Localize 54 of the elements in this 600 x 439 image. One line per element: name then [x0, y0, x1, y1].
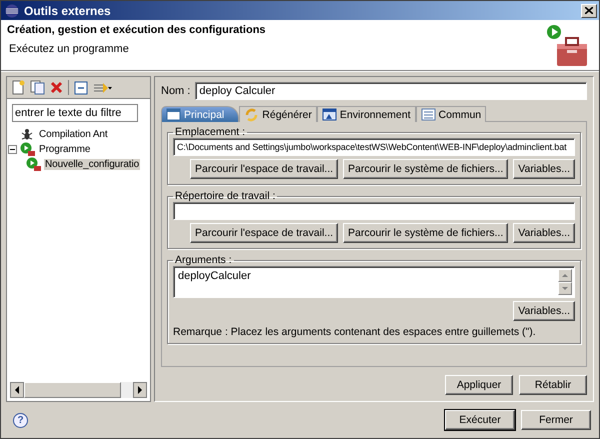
new-document-icon [11, 80, 25, 95]
close-button[interactable] [581, 4, 597, 18]
scroll-down-icon [558, 282, 572, 295]
scroll-left-icon [10, 382, 24, 398]
collapse-icon[interactable] [8, 145, 17, 154]
input-field[interactable] [173, 202, 575, 220]
tab[interactable]: Principal [161, 106, 240, 122]
button[interactable]: Exécuter [445, 410, 515, 430]
button[interactable]: Appliquer [445, 375, 513, 395]
button[interactable]: Parcourir l'espace de travail... [190, 159, 338, 179]
button[interactable]: Variables... [513, 301, 575, 321]
tree-item[interactable]: Compilation Ant [38, 129, 109, 140]
globe-icon [4, 2, 20, 18]
tab[interactable]: Commun [416, 106, 486, 122]
button[interactable]: Variables... [513, 223, 575, 243]
button[interactable]: Parcourir l'espace de travail... [190, 223, 338, 243]
scrollbar-thumb[interactable] [24, 382, 121, 398]
scroll-right-icon [133, 382, 147, 398]
scroll-up-icon [558, 269, 572, 282]
filter-field[interactable]: entrer le texte du filtre [12, 104, 138, 122]
help-button[interactable]: ? [13, 412, 28, 428]
list-icon [420, 107, 436, 122]
text-area[interactable]: deployCalculer [173, 266, 575, 298]
window-icon [166, 107, 181, 122]
play-toolbox-icon [20, 142, 35, 157]
horizontal-scrollbar[interactable] [10, 382, 147, 398]
button[interactable]: Rétablir [519, 375, 587, 395]
refresh-icon [244, 107, 260, 122]
delete-icon [50, 81, 63, 94]
collapse-icon [74, 80, 88, 94]
group-title: Répertoire de travail : [174, 190, 276, 202]
group-title: Emplacement : [174, 126, 246, 138]
close-icon [585, 7, 593, 14]
button[interactable]: Parcourir le système de fichiers... [343, 159, 508, 179]
window-title: Outils externes [24, 4, 112, 18]
group-title: Arguments : [174, 254, 233, 266]
copy-document-icon [30, 80, 45, 95]
note-text: Remarque : Placez les arguments contenant des espaces entre guillemets ("). [173, 326, 537, 338]
tab[interactable]: Régénérer [239, 106, 317, 122]
play-toolbox-icon [26, 157, 41, 172]
button[interactable]: Parcourir le système de fichiers... [343, 223, 508, 243]
header-title: Création, gestion et exécution des configurations [7, 24, 267, 36]
tab[interactable]: Environnement [316, 106, 416, 122]
header-message: Exécutez un programme [8, 43, 130, 55]
tree-item[interactable]: Programme [38, 144, 92, 155]
button[interactable]: Fermer [521, 410, 591, 430]
window-icon [322, 107, 337, 122]
tree-item[interactable]: Nouvelle_configuratio [44, 159, 140, 170]
filter-icon [93, 80, 113, 94]
bug-icon [20, 127, 35, 142]
button[interactable]: Variables... [513, 159, 575, 179]
name-label: Nom : [161, 85, 190, 97]
name-field[interactable]: deploy Calculer [195, 82, 587, 100]
input-field[interactable]: C:\Documents and Settings\jumbo\workspace\testWS\WebContent\WEB-INF\deploy\adminclient.bat [173, 138, 575, 156]
